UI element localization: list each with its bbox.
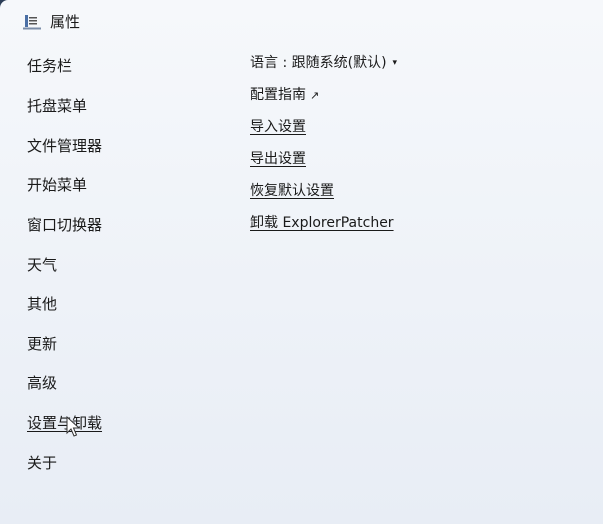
dropdown-caret-icon: ▾ — [392, 58, 398, 68]
sidebar-item-window-switcher[interactable]: 窗口切换器 — [27, 211, 102, 239]
language-label: 语言 : 跟随系统(默认) — [250, 55, 387, 71]
sidebar-item-weather[interactable]: 天气 — [27, 251, 57, 279]
config-guide-label: 配置指南 — [250, 87, 306, 103]
sidebar-item-update[interactable]: 更新 — [27, 330, 57, 358]
sidebar-item-about[interactable]: 关于 — [27, 449, 57, 477]
external-link-icon: ↗ — [310, 89, 320, 102]
window-title: 属性 — [50, 13, 81, 31]
title-bar[interactable]: 属性 — [0, 0, 603, 44]
export-settings-link[interactable]: 导出设置 — [250, 146, 306, 172]
uninstall-link[interactable]: 卸载 ExplorerPatcher — [250, 210, 394, 236]
import-settings-link[interactable]: 导入设置 — [250, 114, 306, 140]
config-guide-link[interactable]: 配置指南 ↗ — [250, 82, 319, 108]
properties-window: 属性 任务栏 托盘菜单 文件管理器 开始菜单 窗口切换器 天气 其他 更新 高级… — [0, 0, 603, 524]
sidebar-item-other[interactable]: 其他 — [27, 290, 57, 318]
sidebar-item-file-explorer[interactable]: 文件管理器 — [27, 132, 102, 160]
restore-defaults-link[interactable]: 恢复默认设置 — [250, 178, 334, 204]
sidebar-item-tray-menu[interactable]: 托盘菜单 — [27, 92, 87, 120]
sidebar-item-advanced[interactable]: 高级 — [27, 369, 57, 397]
mouse-pointer-icon — [66, 416, 80, 437]
sidebar-item-start-menu[interactable]: 开始菜单 — [27, 171, 87, 199]
properties-icon — [23, 15, 41, 30]
sidebar-item-settings-uninstall[interactable]: 设置与卸载 — [27, 409, 102, 437]
sidebar-item-taskbar[interactable]: 任务栏 — [27, 52, 72, 80]
language-dropdown[interactable]: 语言 : 跟随系统(默认) ▾ — [250, 50, 397, 76]
